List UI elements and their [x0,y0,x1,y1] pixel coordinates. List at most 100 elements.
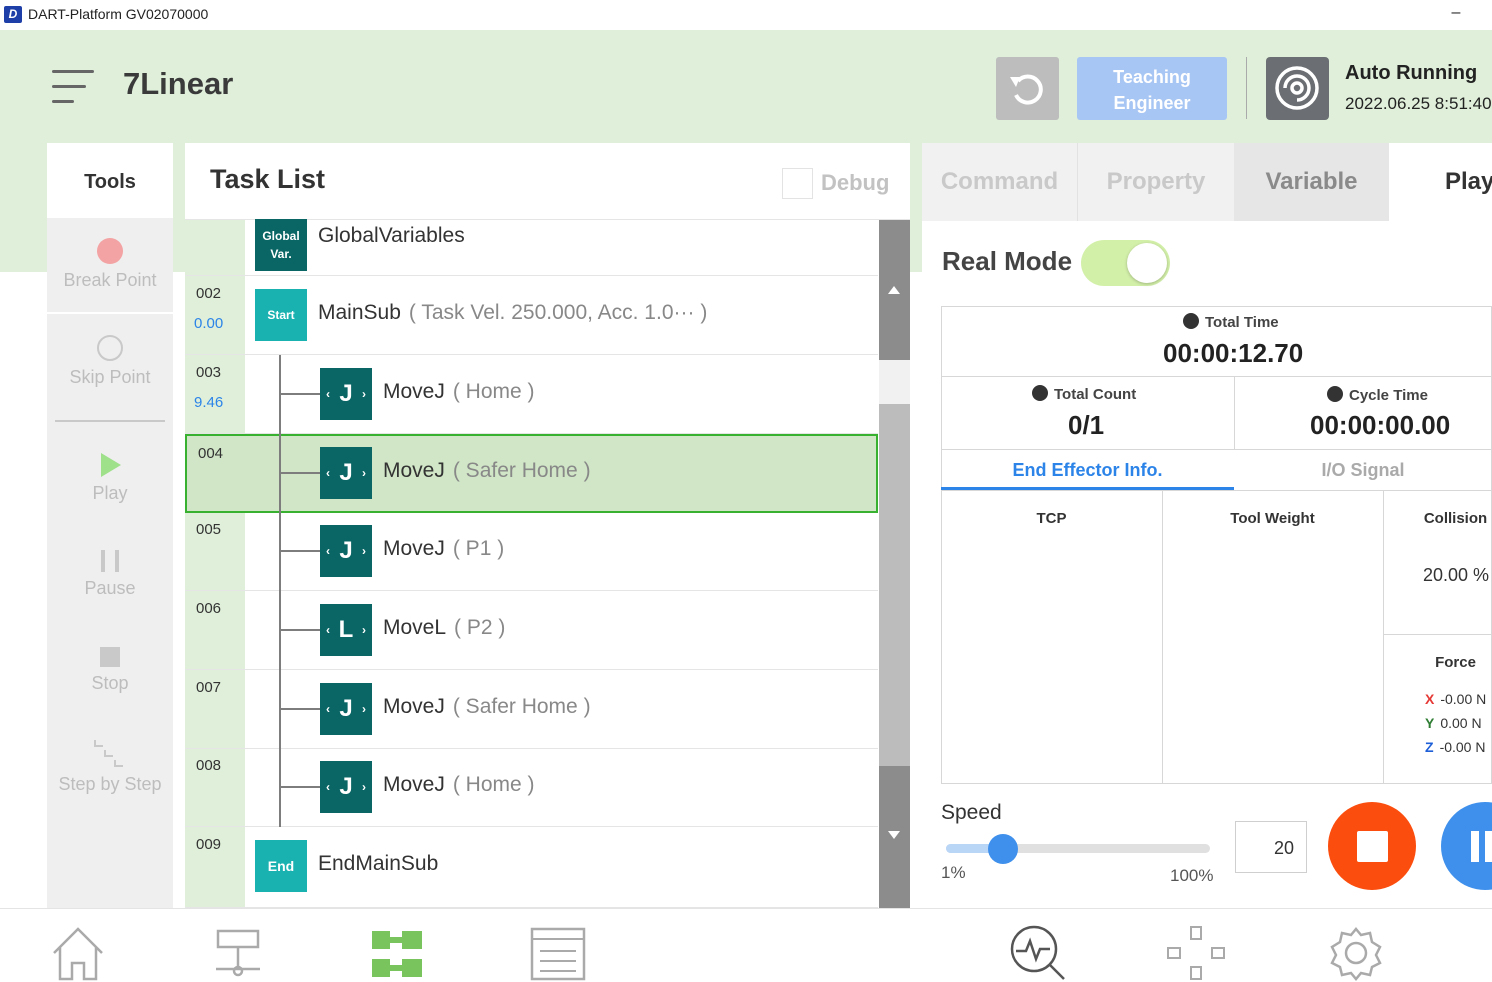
task-command-text: MainSub ( Task Vel. 250.000, Acc. 1.0··· … [318,301,707,325]
command-args: ( Task Vel. 250.000, Acc. 1.0··· ) [408,301,708,324]
ee-column-divider [1162,491,1163,784]
task-writer-icon[interactable] [528,925,588,981]
speed-max-label: 100% [1170,866,1214,885]
title-bar [0,0,1492,30]
metrics-divider [941,376,1492,377]
command-args: ( P1 ) [452,537,505,560]
skip-point-button[interactable]: Skip Point [47,335,173,388]
io-signal-tab[interactable]: I/O Signal [1234,450,1492,490]
speed-slider-knob[interactable] [988,834,1018,864]
ee-row-divider [1383,634,1492,635]
task-command-text: GlobalVariables [318,224,465,248]
step-by-step-icon [93,738,127,768]
skip-point-label: Skip Point [69,367,151,387]
force-y-value: Y 0.00 N [1425,715,1482,731]
line-number: 008 [196,757,222,774]
line-number: 009 [196,836,222,853]
movej-icon: ‹ › J [320,683,372,735]
force-axis-label: Z [1425,739,1434,755]
debug-checkbox[interactable] [782,168,813,199]
line-exec-time: 0.00 [194,315,224,332]
tree-connector [281,393,320,395]
command-name: GlobalVariables [318,224,465,247]
scroll-up-icon[interactable] [888,286,900,294]
step-by-step-button[interactable]: Step by Step [47,738,173,795]
teaching-engineer-button[interactable]: Teaching Engineer [1077,57,1227,120]
end-icon: End [255,840,307,892]
pause-icon [101,550,119,572]
force-x-value: X -0.00 N [1425,691,1486,707]
line-number: 005 [196,521,222,538]
tree-connector [281,472,320,474]
minimize-button[interactable]: – [1446,4,1466,22]
movej-icon: ‹ › J [320,447,372,499]
metrics-divider-vertical [1234,376,1235,450]
real-mode-toggle-knob[interactable] [1127,243,1167,283]
collision-value: 20.00 % [1423,565,1490,585]
command-name: MoveJ [383,537,445,560]
play-icon [101,453,121,477]
tree-connector [281,629,320,631]
program-title: 7Linear [123,66,234,101]
speed-min-label: 1% [941,863,966,882]
app-logo-icon: D [4,6,22,23]
stop-label: Stop [91,673,129,693]
command-name: MoveJ [383,695,445,718]
task-command-text: MoveJ ( Safer Home ) [383,695,591,719]
task-builder-icon[interactable] [368,925,428,981]
stop-button[interactable]: Stop [47,647,173,694]
menu-icon[interactable] [52,68,94,106]
tab-command[interactable]: Command [922,143,1077,221]
break-point-button[interactable]: Break Point [47,238,173,291]
global-var-icon: Global Var. [255,219,307,271]
reset-button[interactable] [996,57,1059,120]
total-count-value: 0/1 [1068,410,1105,440]
command-args: ( Home ) [452,380,535,403]
movej-icon: ‹ › J [320,761,372,813]
stop-icon [100,647,120,667]
monitoring-icon[interactable] [1008,925,1068,981]
play-button[interactable]: Play [47,453,173,504]
skip-point-icon [97,335,123,361]
task-command-text: MoveJ ( P1 ) [383,537,504,561]
break-point-label: Break Point [63,270,157,290]
collision-label: Collision [1423,510,1488,527]
end-effector-info-tab[interactable]: End Effector Info. [941,450,1234,490]
command-name: MainSub [318,301,401,324]
force-axis-label: X [1425,691,1435,707]
debug-label: Debug [821,170,890,195]
tools-title: Tools [47,143,173,218]
scrollbar-gap [879,360,910,404]
movel-icon: ‹ › L [320,604,372,656]
robot-status-icon [1266,57,1329,120]
movej-icon: ‹ › J [320,368,372,420]
pause-button[interactable]: Pause [47,550,173,599]
task-command-text: MoveJ ( Home ) [383,773,535,797]
task-command-text: EndMainSub [318,852,438,876]
command-args: ( Safer Home ) [452,695,591,718]
cycle-icon [1327,386,1343,402]
tools-divider [47,312,173,314]
line-number: 002 [196,285,222,302]
jog-icon[interactable] [1166,925,1226,981]
task-command-text: MoveJ ( Home ) [383,380,535,404]
clock-icon [1183,313,1199,329]
line-number: 006 [196,600,222,617]
task-list-title: Task List [210,164,326,194]
home-icon[interactable] [48,925,108,981]
speed-label: Speed [941,801,1002,824]
run-metrics-box [941,306,1492,784]
tab-play[interactable]: Play [1389,143,1492,221]
settings-icon[interactable] [1326,925,1386,981]
speed-input[interactable]: 20 [1235,821,1307,873]
workcell-icon[interactable] [208,925,268,981]
total-time-label: Total Time [1183,313,1279,331]
counter-icon [1032,385,1048,401]
scroll-down-icon[interactable] [888,831,900,839]
status-title: Auto Running [1345,62,1478,84]
tab-property[interactable]: Property [1078,143,1234,221]
tab-variable[interactable]: Variable [1234,143,1389,221]
tree-connector [281,550,320,552]
tree-connector [281,786,320,788]
stop-square-icon [1357,831,1388,862]
